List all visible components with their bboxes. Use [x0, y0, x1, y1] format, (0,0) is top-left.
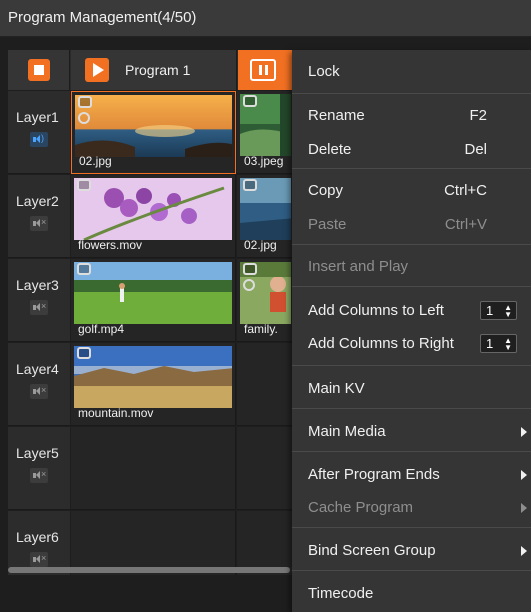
menu-shortcut: Del — [464, 141, 487, 158]
layer-header-3[interactable]: Layer3 × — [8, 259, 70, 342]
column-count-spinbox-right[interactable]: 1 ▲ ▼ — [480, 334, 517, 353]
menu-label: Add Columns to Right — [308, 335, 454, 352]
loop-icon — [243, 95, 257, 107]
loop-icon — [77, 179, 91, 191]
layer-name: Layer5 — [16, 445, 59, 461]
window-title-bar: Program Management(4/50) — [0, 0, 531, 37]
menu-label: Delete — [308, 141, 352, 158]
menu-label: Lock — [308, 63, 340, 80]
layer-name: Layer4 — [16, 361, 59, 377]
program-tab-2[interactable] — [238, 50, 298, 90]
loop-icon — [243, 263, 257, 275]
media-cell[interactable]: mountain.mov — [71, 343, 236, 426]
spinbox-value: 1 — [486, 336, 494, 351]
stop-button[interactable] — [8, 50, 70, 90]
menu-separator — [292, 93, 531, 94]
menu-shortcut: Ctrl+V — [444, 216, 487, 233]
layer-name: Layer6 — [16, 529, 59, 545]
media-filename: mountain.mov — [78, 406, 154, 420]
layer-header-5[interactable]: Layer5 × — [8, 427, 70, 510]
loop-icon — [78, 96, 92, 108]
media-thumbnail — [74, 262, 232, 324]
media-filename: family. — [244, 322, 278, 336]
menu-label: Timecode — [308, 585, 374, 602]
submenu-arrow-icon — [521, 427, 527, 437]
layer-header-4[interactable]: Layer4 × — [8, 343, 70, 426]
spinbox-value: 1 — [486, 303, 494, 318]
menu-separator — [292, 168, 531, 169]
menu-label: Insert and Play — [308, 258, 409, 275]
media-filename: 03.jpeg — [244, 154, 284, 168]
empty-cell[interactable] — [71, 427, 236, 510]
program-tab-1[interactable]: Program 1 — [71, 50, 237, 90]
clock-icon — [243, 279, 255, 291]
menu-separator — [292, 451, 531, 452]
spin-arrows-icon[interactable]: ▲ ▼ — [504, 304, 512, 319]
empty-cell[interactable] — [237, 427, 295, 510]
loop-icon — [77, 347, 91, 359]
media-filename: 02.jpg — [244, 238, 277, 252]
submenu-arrow-icon — [521, 470, 527, 480]
media-filename: 02.jpg — [79, 154, 112, 168]
menu-separator — [292, 365, 531, 366]
menu-shortcut: F2 — [469, 107, 487, 124]
speaker-on-icon[interactable]: ) — [30, 132, 48, 147]
media-cell[interactable]: 03.jpeg — [237, 91, 295, 174]
spin-arrows-icon[interactable]: ▲ ▼ — [504, 337, 512, 352]
speaker-muted-icon[interactable]: × — [30, 468, 48, 483]
media-cell[interactable]: golf.mp4 — [71, 259, 236, 342]
layer-header-2[interactable]: Layer2 × — [8, 175, 70, 258]
speaker-muted-icon[interactable]: × — [30, 552, 48, 567]
layer-name: Layer1 — [16, 109, 59, 125]
menu-label: Paste — [308, 216, 347, 233]
menu-label: Copy — [308, 182, 344, 199]
program-tab-label: Program 1 — [125, 62, 191, 78]
loop-icon — [243, 179, 257, 191]
submenu-arrow-icon — [521, 546, 527, 556]
menu-separator — [292, 527, 531, 528]
media-cell[interactable]: family. — [237, 259, 295, 342]
media-cell[interactable]: flowers.mov — [71, 175, 236, 258]
loop-icon — [77, 263, 91, 275]
menu-separator — [292, 408, 531, 409]
menu-separator — [292, 286, 531, 287]
media-filename: golf.mp4 — [78, 322, 125, 336]
menu-label: Main KV — [308, 380, 365, 397]
media-thumbnail — [74, 178, 232, 240]
menu-label: Main Media — [308, 423, 386, 440]
media-thumbnail — [74, 346, 232, 408]
context-menu: Lock Rename F2 Delete Del Copy Ctrl+C Pa… — [292, 50, 531, 612]
menu-label: Cache Program — [308, 499, 414, 516]
speaker-muted-icon[interactable]: × — [30, 384, 48, 399]
menu-separator — [292, 244, 531, 245]
menu-label: Rename — [308, 107, 365, 124]
speaker-muted-icon[interactable]: × — [30, 300, 48, 315]
media-filename: flowers.mov — [78, 238, 143, 252]
submenu-arrow-icon — [521, 503, 527, 513]
menu-shortcut: Ctrl+C — [444, 182, 487, 199]
layer-name: Layer3 — [16, 277, 59, 293]
layer-header-1[interactable]: Layer1 ) — [8, 91, 70, 174]
media-cell[interactable]: 02.jpg — [71, 91, 236, 174]
media-thumbnail — [75, 95, 232, 157]
layer-name: Layer2 — [16, 193, 59, 209]
pause-icon — [250, 59, 276, 81]
column-count-spinbox-left[interactable]: 1 ▲ ▼ — [480, 301, 517, 320]
menu-label: After Program Ends — [308, 466, 440, 483]
menu-label: Bind Screen Group — [308, 542, 436, 559]
window-title: Program Management(4/50) — [8, 9, 197, 26]
speaker-muted-icon[interactable]: × — [30, 216, 48, 231]
menu-separator — [292, 570, 531, 571]
empty-cell[interactable] — [237, 343, 295, 426]
play-icon — [85, 58, 109, 82]
clock-icon — [78, 112, 90, 124]
stop-icon — [28, 59, 50, 81]
menu-label: Add Columns to Left — [308, 302, 444, 319]
horizontal-scrollbar-thumb[interactable] — [8, 567, 290, 573]
media-cell[interactable]: 02.jpg — [237, 175, 295, 258]
